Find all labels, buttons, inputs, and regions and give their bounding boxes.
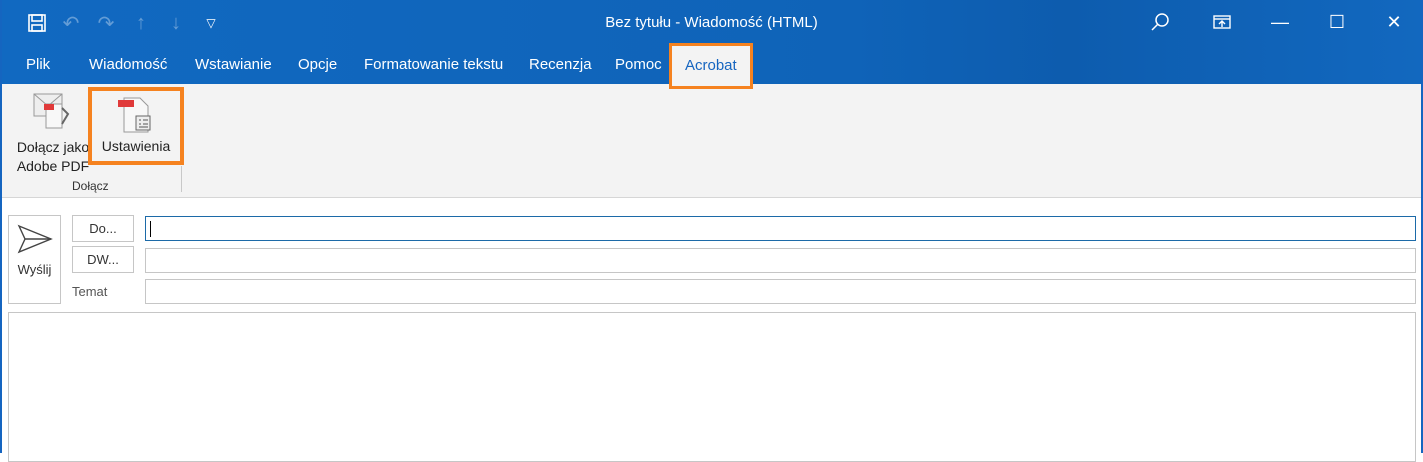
attach-pdf-label-line1: Dołącz jako [16,139,90,155]
search-icon[interactable] [1138,8,1182,36]
to-field[interactable] [145,216,1416,241]
settings-label: Ustawienia [101,138,171,154]
ribbon: Dołącz jako Adobe PDF Ustawienia Dołącz [2,84,1421,198]
tab-wiadomosc[interactable]: Wiadomość [89,56,167,73]
message-body[interactable] [8,312,1416,462]
pdf-settings-icon [92,91,180,137]
cc-button[interactable]: DW... [72,246,134,273]
tab-pomoc[interactable]: Pomoc [615,56,662,73]
attach-as-pdf-button[interactable]: Dołącz jako Adobe PDF [10,88,96,176]
subject-field[interactable] [145,279,1416,304]
to-button[interactable]: Do... [72,215,134,242]
subject-label: Temat [72,284,108,299]
group-separator [181,166,182,192]
tab-plik[interactable]: Plik [26,56,50,73]
tab-acrobat[interactable]: Acrobat [669,43,753,89]
settings-button[interactable]: Ustawienia [88,87,184,165]
envelope-pdf-icon [10,88,96,138]
close-button[interactable]: ✕ [1372,8,1416,36]
tab-recenzja[interactable]: Recenzja [529,56,592,73]
cc-field[interactable] [145,248,1416,273]
send-label: Wyślij [17,262,52,277]
attach-pdf-label-line2: Adobe PDF [16,158,90,174]
minimize-button[interactable]: — [1258,8,1302,36]
tab-opcje[interactable]: Opcje [298,56,337,73]
send-icon [9,216,60,262]
ribbon-display-icon[interactable] [1200,8,1244,36]
tab-wstawianie[interactable]: Wstawianie [195,56,272,73]
group-label-dolacz: Dołącz [72,179,109,193]
send-button[interactable]: Wyślij [8,215,61,304]
text-caret [150,221,151,237]
tab-formatowanie-tekstu[interactable]: Formatowanie tekstu [364,56,503,73]
maximize-button[interactable]: ☐ [1315,8,1359,36]
